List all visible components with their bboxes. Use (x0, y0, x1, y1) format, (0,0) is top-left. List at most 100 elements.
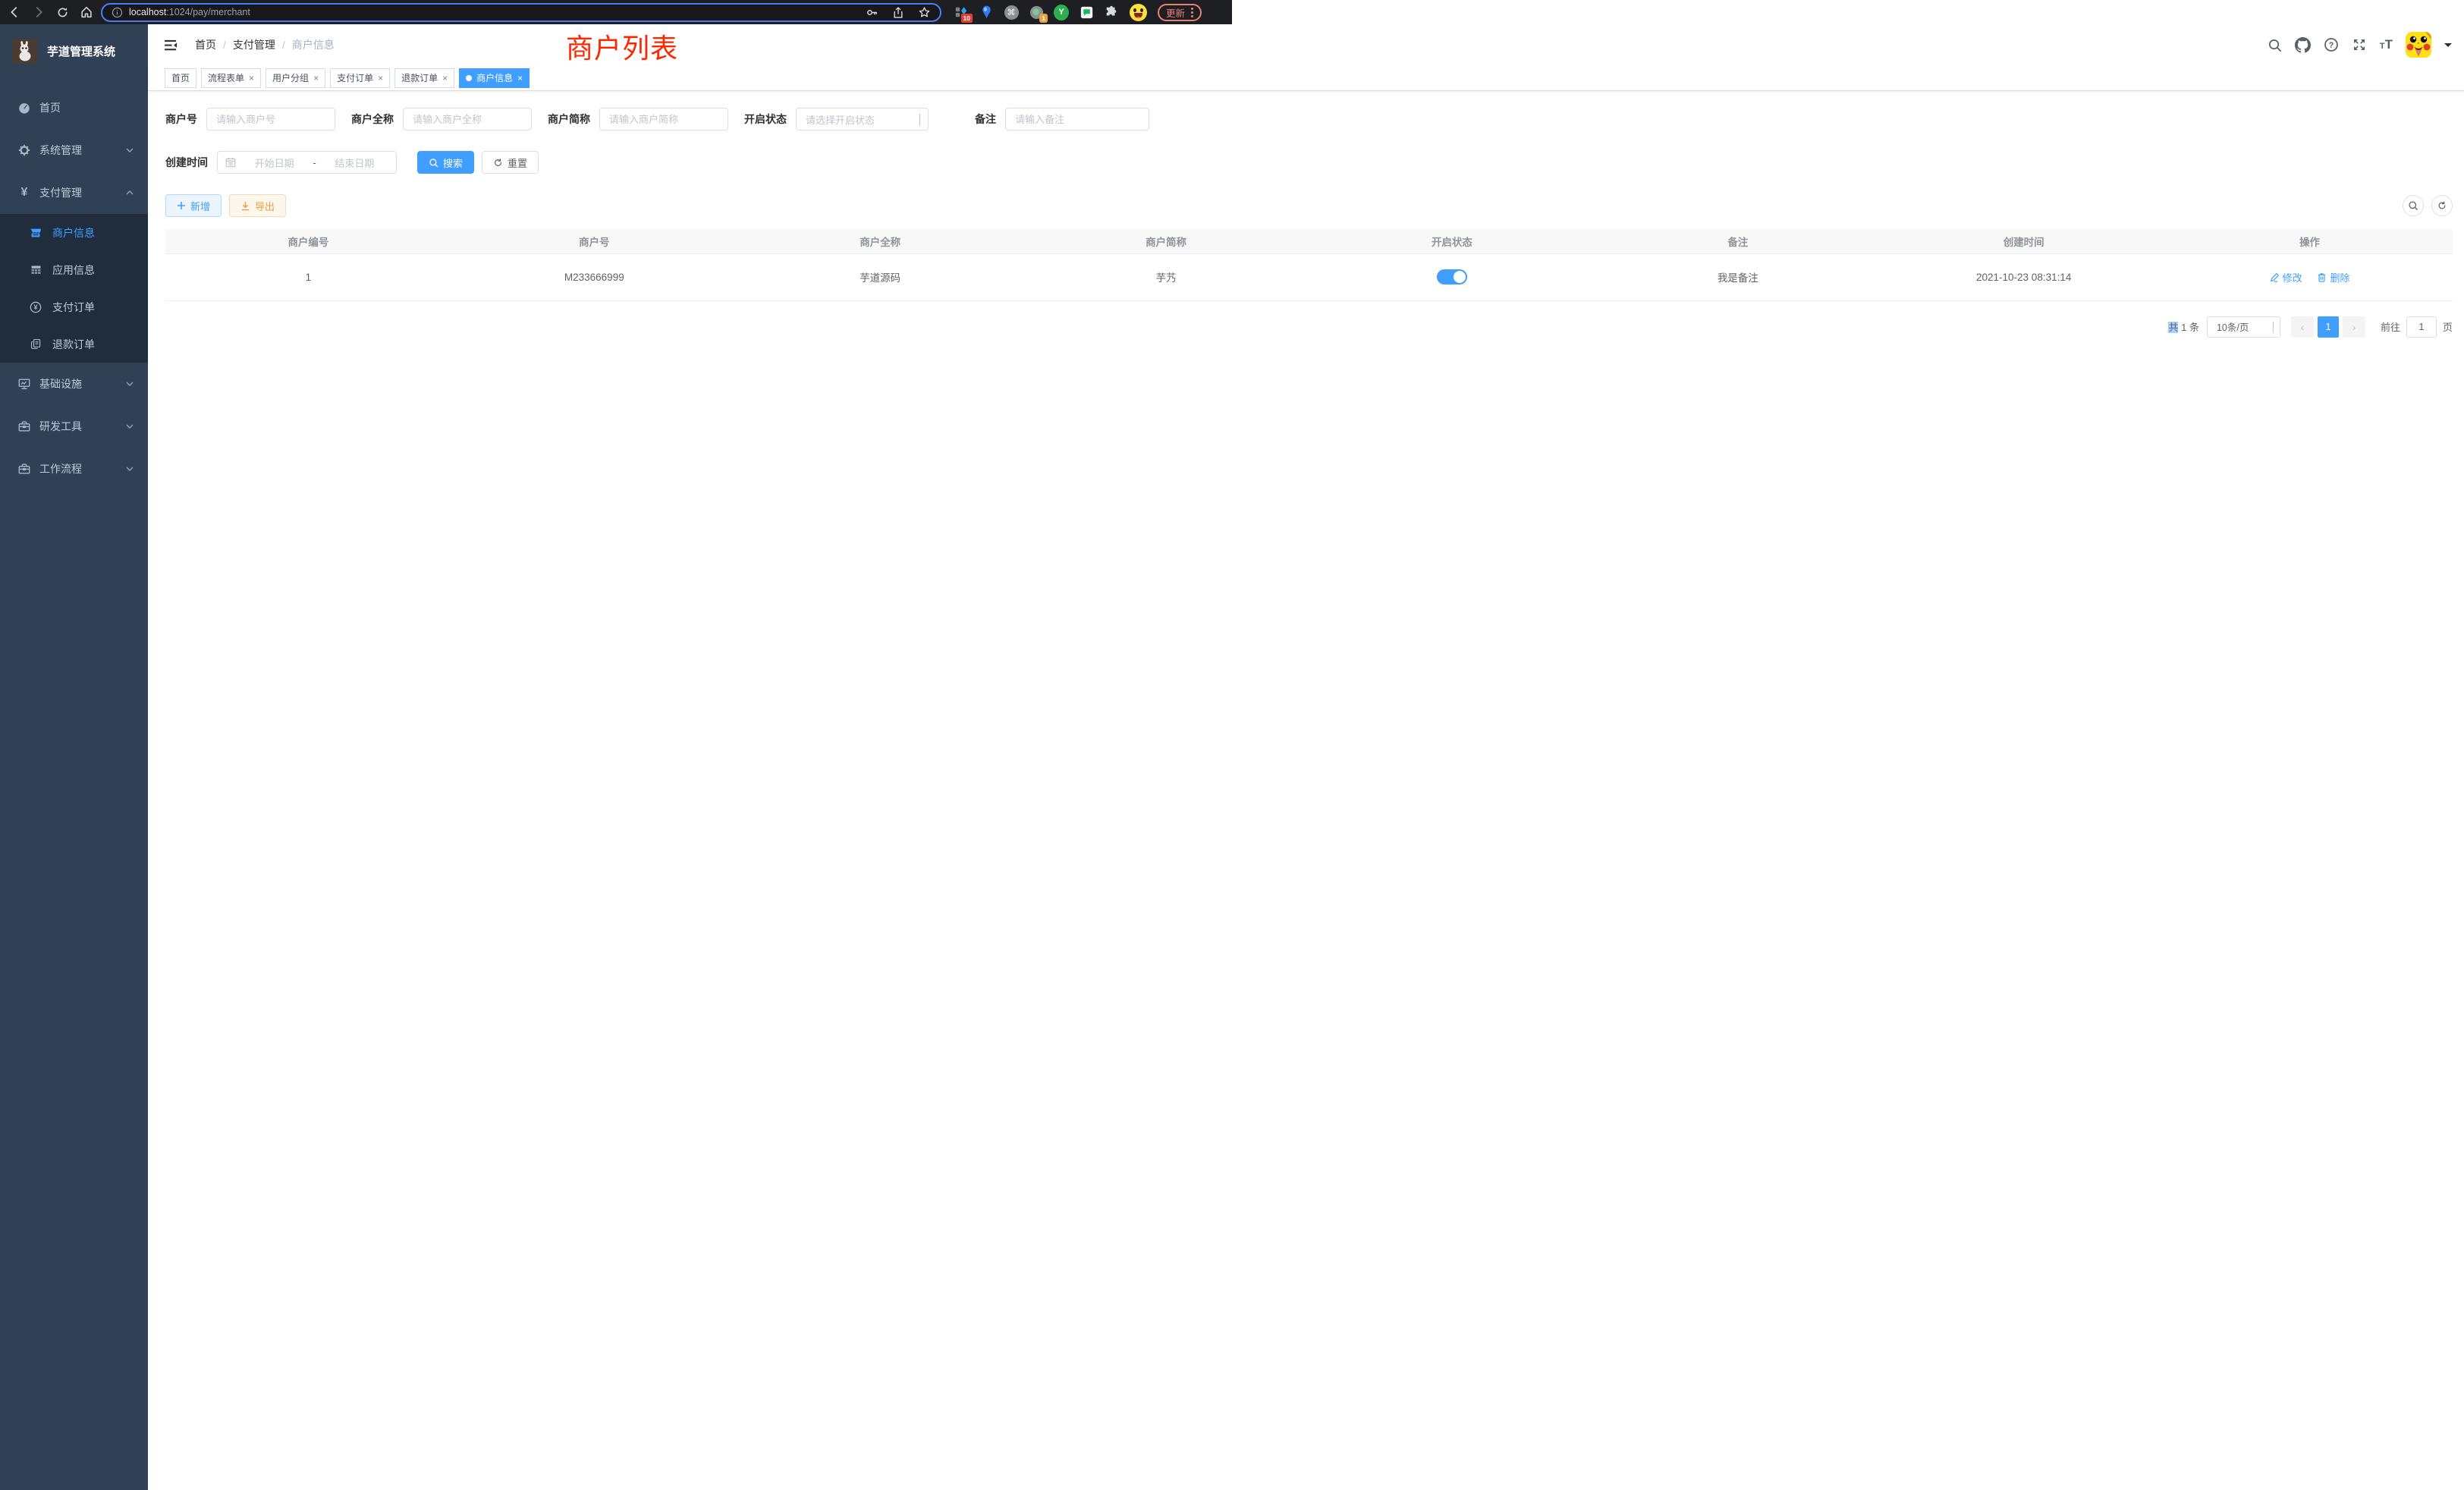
short-name-input[interactable] (599, 108, 728, 130)
tab-close-icon[interactable]: × (517, 74, 523, 83)
submenu-item-label: 商户信息 (52, 225, 95, 240)
sidebar-item-home[interactable]: 首页 (0, 86, 148, 129)
site-info-icon[interactable] (112, 7, 123, 18)
reset-button[interactable]: 重置 (482, 151, 539, 174)
merchant-no-input[interactable] (206, 108, 335, 130)
password-key-icon[interactable] (866, 6, 878, 19)
remark-input[interactable] (1005, 108, 1149, 130)
export-button[interactable]: 导出 (229, 194, 286, 217)
browser-home-button[interactable] (80, 5, 93, 19)
tab-close-icon[interactable]: × (313, 74, 319, 83)
browser-reload-button[interactable] (56, 6, 69, 19)
short-name-label: 商户简称 (548, 112, 590, 127)
submenu-item-label: 退款订单 (52, 337, 95, 352)
toolbox-icon (16, 420, 33, 433)
export-button-label: 导出 (255, 199, 275, 213)
cell-short-name: 芋艿 (1023, 253, 1309, 300)
page-number-current[interactable]: 1 (2318, 316, 2339, 338)
url-bar[interactable]: localhost:1024/pay/merchant (101, 3, 941, 22)
app-logo-row[interactable]: 芋道管理系统 (0, 24, 148, 68)
sidebar-submenu-pay: 商户信息 应用信息 ¥ 支付订单 (0, 214, 148, 363)
extensions-puzzle-icon[interactable] (1104, 5, 1119, 20)
sidebar-item-infra[interactable]: 基础设施 (0, 363, 148, 405)
command-glyph: ⌘ (1007, 8, 1016, 17)
bookmark-star-icon[interactable] (918, 6, 931, 19)
date-end-placeholder: 结束日期 (321, 156, 388, 170)
sidebar-item-system[interactable]: 系统管理 (0, 129, 148, 171)
tab-close-icon[interactable]: × (249, 74, 254, 83)
edit-link[interactable]: 修改 (2270, 270, 2302, 284)
profile-avatar[interactable] (1129, 5, 1147, 20)
sidebar-menu: 首页 系统管理 ¥ 支付管理 商户信息 (0, 86, 148, 490)
prev-page-button[interactable]: ‹ (2291, 316, 2314, 338)
sidebar-item-pay[interactable]: ¥ 支付管理 (0, 171, 148, 214)
status-select[interactable]: 请选择开启状态 (796, 108, 929, 130)
cell-merchant-no: M233666999 (451, 253, 737, 300)
header-actions: 操作 (2167, 229, 2453, 253)
trash-icon (2317, 272, 2327, 282)
goto-page-input[interactable] (2406, 316, 2437, 338)
sidebar-item-devtools[interactable]: 研发工具 (0, 405, 148, 448)
browser-menu-icon[interactable] (1191, 8, 1193, 17)
share-icon[interactable] (892, 6, 904, 19)
extension-chat-icon[interactable] (1079, 5, 1094, 20)
tab-close-icon[interactable]: × (378, 74, 383, 83)
status-toggle[interactable] (1437, 269, 1467, 284)
date-separator: - (313, 157, 316, 168)
submenu-item-pay-order[interactable]: ¥ 支付订单 (0, 288, 148, 325)
tab-home[interactable]: 首页 (165, 68, 196, 88)
header-remark: 备注 (1595, 229, 1881, 253)
browser-back-button[interactable] (8, 5, 21, 19)
status-label: 开启状态 (744, 112, 787, 127)
sidebar-item-label: 系统管理 (39, 143, 82, 158)
tab-merchant-info[interactable]: 商户信息× (459, 68, 530, 88)
calendar-icon (225, 157, 236, 168)
breadcrumb-item-home[interactable]: 首页 (195, 37, 216, 52)
extension-pin-icon[interactable] (979, 5, 994, 20)
help-icon[interactable]: ? (2324, 37, 2339, 52)
filter-row-2: 创建时间 开始日期 - 结束日期 搜索 重置 (165, 151, 2453, 174)
sidebar-fold-icon[interactable] (164, 39, 178, 52)
update-button[interactable]: 更新 (1158, 4, 1202, 21)
next-page-button[interactable]: › (2343, 316, 2365, 338)
search-button[interactable]: 搜索 (417, 151, 474, 174)
update-label: 更新 (1166, 5, 1185, 20)
toggle-search-button[interactable] (2403, 195, 2424, 216)
app-title: 芋道管理系统 (47, 43, 115, 59)
page-size-select[interactable]: 10条/页 (2207, 316, 2280, 338)
tab-refund-order[interactable]: 退款订单× (394, 68, 454, 88)
tab-close-icon[interactable]: × (442, 74, 448, 83)
total-count: 1 (2181, 322, 2186, 333)
caret-down-icon[interactable] (2444, 43, 2452, 51)
submenu-item-refund-order[interactable]: 退款订单 (0, 325, 148, 363)
tab-process-form[interactable]: 流程表单× (201, 68, 261, 88)
font-size-icon[interactable]: TT (2380, 37, 2393, 52)
sidebar-item-workflow[interactable]: 工作流程 (0, 448, 148, 490)
plus-icon (177, 201, 186, 210)
user-avatar[interactable] (2406, 32, 2431, 58)
top-navbar: 首页 / 支付管理 / 商户信息 ? TT (148, 24, 2464, 65)
extension-shortcuts-icon[interactable]: ⌘ (1004, 5, 1019, 20)
url-path: :1024/pay/merchant (166, 7, 250, 17)
tab-user-group[interactable]: 用户分组× (266, 68, 325, 88)
extension-blocks-icon[interactable]: 10 (954, 5, 969, 20)
tab-pay-order[interactable]: 支付订单× (330, 68, 390, 88)
github-icon[interactable] (2295, 37, 2311, 53)
extension-y-icon[interactable]: Y (1054, 5, 1069, 20)
fullscreen-icon[interactable] (2352, 37, 2367, 52)
next-icon: › (2352, 321, 2356, 333)
delete-label: 删除 (2330, 270, 2349, 284)
search-icon[interactable] (2268, 38, 2282, 52)
svg-text:¥: ¥ (33, 303, 37, 311)
date-range-picker[interactable]: 开始日期 - 结束日期 (217, 151, 397, 174)
submenu-item-merchant[interactable]: 商户信息 (0, 214, 148, 251)
browser-forward-button[interactable] (32, 5, 46, 19)
refresh-table-button[interactable] (2431, 195, 2453, 216)
full-name-input[interactable] (403, 108, 532, 130)
extension-recorder-icon[interactable]: 1 (1029, 5, 1044, 20)
add-button[interactable]: 新增 (165, 194, 222, 217)
delete-link[interactable]: 删除 (2317, 270, 2349, 284)
submenu-item-app[interactable]: 应用信息 (0, 251, 148, 288)
edit-label: 修改 (2283, 270, 2302, 284)
breadcrumb-item-pay[interactable]: 支付管理 (233, 37, 275, 52)
